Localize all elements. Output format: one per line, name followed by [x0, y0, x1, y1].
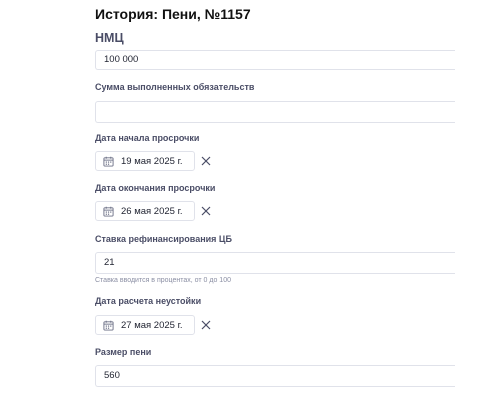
overdue-start-date-picker[interactable]: 19 мая 2025 г.	[95, 151, 195, 171]
overdue-end-date-picker[interactable]: 26 мая 2025 г.	[95, 201, 195, 221]
close-icon[interactable]	[201, 206, 211, 216]
nmc-label: НМЦ	[95, 31, 124, 45]
penalty-amount-label: Размер пени	[95, 347, 152, 357]
overdue-start-label: Дата начала просрочки	[95, 133, 200, 143]
close-icon[interactable]	[201, 320, 211, 330]
overdue-start-date-value: 19 мая 2025 г.	[121, 155, 183, 167]
calendar-icon	[103, 156, 114, 167]
refinancing-rate-hint: Ставка вводится в процентах, от 0 до 100	[95, 277, 231, 284]
calendar-icon	[103, 320, 114, 331]
overdue-end-date-value: 26 мая 2025 г.	[121, 205, 183, 217]
penalty-history-form: История: Пени, №1157 НМЦ 100 000 Сумма в…	[0, 0, 500, 406]
refinancing-rate-input[interactable]: 21	[95, 252, 455, 274]
nmc-input[interactable]: 100 000	[95, 50, 455, 70]
penalty-calc-date-label: Дата расчета неустойки	[95, 296, 202, 306]
overdue-end-label: Дата окончания просрочки	[95, 183, 216, 193]
obligations-sum-label: Сумма выполненных обязательств	[95, 82, 255, 92]
close-icon[interactable]	[201, 156, 211, 166]
penalty-calc-date-picker[interactable]: 27 мая 2025 г.	[95, 315, 195, 335]
obligations-sum-input[interactable]	[95, 101, 455, 123]
calendar-icon	[103, 206, 114, 217]
page-title: История: Пени, №1157	[95, 6, 251, 22]
penalty-amount-input[interactable]: 560	[95, 365, 455, 387]
penalty-calc-date-value: 27 мая 2025 г.	[121, 319, 183, 331]
refinancing-rate-label: Ставка рефинансирования ЦБ	[95, 234, 232, 244]
